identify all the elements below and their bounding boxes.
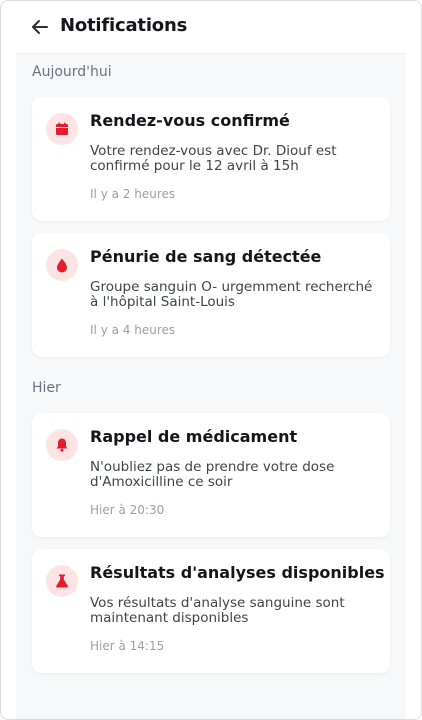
- icon-badge: [46, 249, 78, 281]
- notification-time: Il y a 2 heures: [90, 187, 176, 201]
- calendar-icon: [56, 122, 68, 135]
- notification-time: Hier à 14:15: [90, 639, 165, 653]
- notification-card[interactable]: Pénurie de sang détectée Groupe sanguin …: [32, 233, 390, 357]
- notification-card[interactable]: Résultats d'analyses disponibles Vos rés…: [32, 549, 390, 673]
- notification-title: Pénurie de sang détectée: [90, 247, 322, 266]
- icon-badge: [46, 113, 78, 145]
- page-title: Notifications: [60, 15, 188, 36]
- notification-message: Vos résultats d'analyse sanguine sont ma…: [90, 595, 345, 626]
- notification-time: Il y a 4 heures: [90, 323, 176, 337]
- notification-message: Groupe sanguin O- urgemment recherché à …: [90, 279, 373, 310]
- notification-card[interactable]: Rendez-vous confirmé Votre rendez-vous a…: [32, 97, 390, 221]
- blood-drop-icon: [57, 258, 67, 273]
- flask-icon: [56, 574, 68, 588]
- section-title-today: Aujourd'hui: [32, 64, 112, 80]
- back-button[interactable]: [28, 15, 52, 39]
- icon-badge: [46, 429, 78, 461]
- notification-title: Rappel de médicament: [90, 427, 298, 446]
- notification-time: Hier à 20:30: [90, 503, 165, 517]
- notification-message: N'oubliez pas de prendre votre dose d'Am…: [90, 459, 335, 490]
- app-frame: Notifications Aujourd'hui Rendez-vous co…: [0, 0, 422, 720]
- notification-card[interactable]: Rappel de médicament N'oubliez pas de pr…: [32, 413, 390, 537]
- header-bar: Notifications: [16, 1, 406, 54]
- notification-message: Votre rendez-vous avec Dr. Diouf est con…: [90, 143, 337, 174]
- notifications-screen: Notifications Aujourd'hui Rendez-vous co…: [16, 1, 406, 719]
- bell-icon: [56, 438, 68, 452]
- notification-title: Rendez-vous confirmé: [90, 111, 290, 130]
- arrow-left-icon: [32, 20, 48, 34]
- section-title-yesterday: Hier: [32, 380, 61, 396]
- icon-badge: [46, 565, 78, 597]
- notification-title: Résultats d'analyses disponibles: [90, 563, 385, 582]
